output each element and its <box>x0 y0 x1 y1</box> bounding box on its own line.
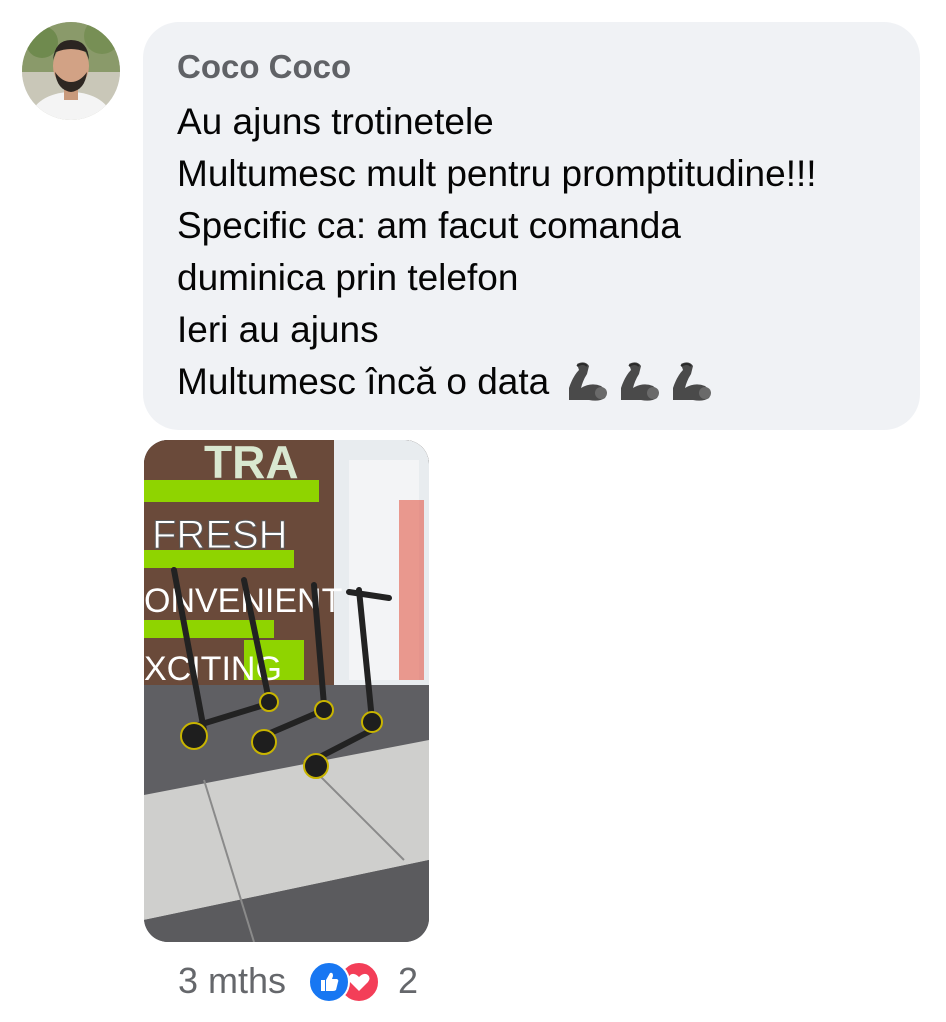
flexed-biceps-icon <box>569 362 608 401</box>
sign-text: FRESH <box>152 513 288 557</box>
emoji-group <box>563 360 715 404</box>
reactions[interactable] <box>308 959 396 1003</box>
comment-line: Multumesc mult pentru promptitudine!!! <box>177 153 817 194</box>
comment-author[interactable]: Coco Coco <box>177 44 920 90</box>
attached-photo[interactable]: TRA FRESH ONVENIENT XCITING <box>144 440 429 942</box>
avatar-photo <box>22 22 120 120</box>
sign-text: TRA <box>204 440 299 488</box>
comment-line-text: Multumesc încă o data <box>177 361 550 402</box>
comment-meta: 3 mths 2 <box>178 956 418 1006</box>
scooters-photo: TRA FRESH ONVENIENT XCITING <box>144 440 429 942</box>
comment-line: Specific ca: am facut comanda <box>177 205 681 246</box>
flexed-biceps-icon <box>621 362 660 401</box>
flexed-biceps-icon <box>673 362 712 401</box>
commenter-avatar[interactable] <box>22 22 120 120</box>
comment-last-line: Multumesc încă o data <box>177 356 920 408</box>
comment-bubble: Coco Coco Au ajuns trotinetele Multumesc… <box>143 22 920 430</box>
comment-line: Au ajuns trotinetele <box>177 101 494 142</box>
reaction-count[interactable]: 2 <box>398 960 418 1002</box>
like-icon <box>308 961 351 1003</box>
comment-line: duminica prin telefon <box>177 257 519 298</box>
comment-timestamp[interactable]: 3 mths <box>178 960 286 1002</box>
comment-line: Ieri au ajuns <box>177 309 379 350</box>
